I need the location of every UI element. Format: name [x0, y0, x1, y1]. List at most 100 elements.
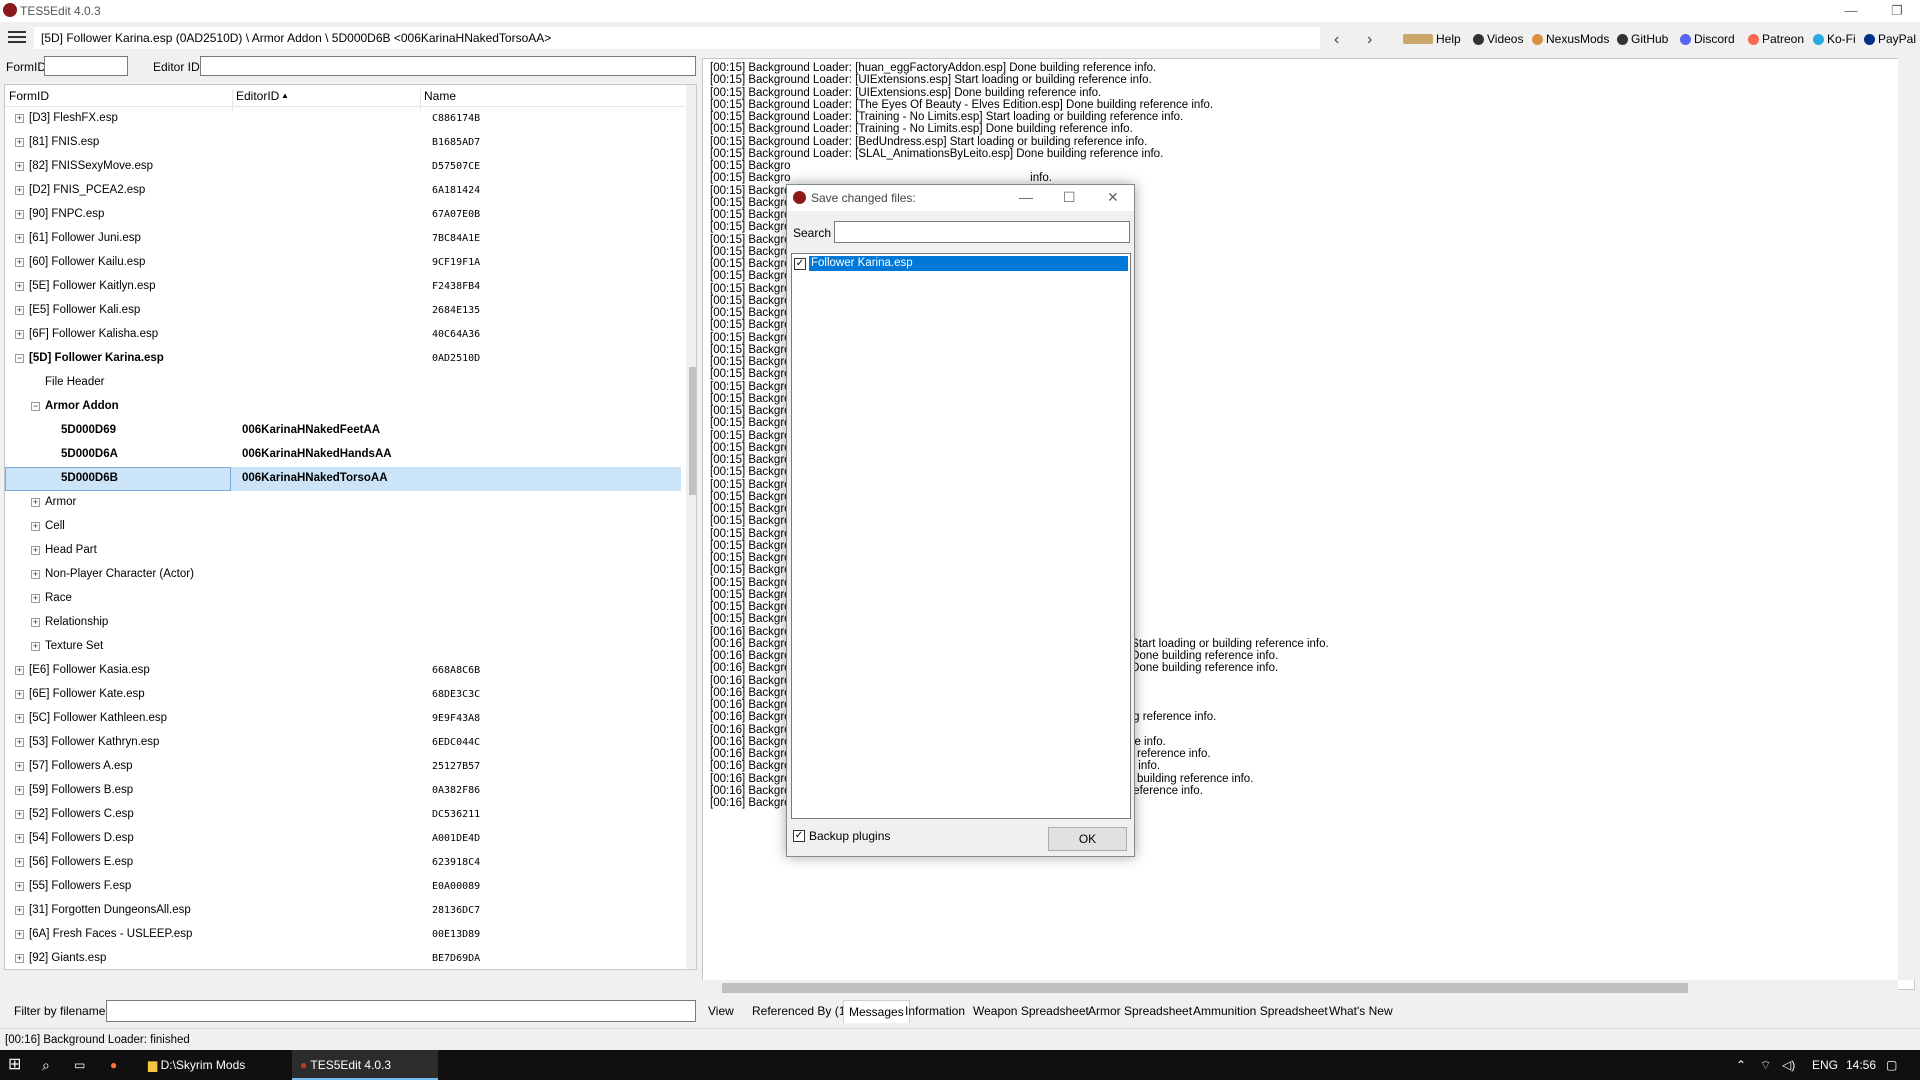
start-windows-icon[interactable]: ⊞: [8, 1050, 38, 1080]
tree-row[interactable]: + [57] Followers A.esp 25127B57: [5, 755, 681, 779]
search-input[interactable]: [834, 221, 1130, 243]
tree-row[interactable]: + [53] Follower Kathryn.esp 6EDC044C: [5, 731, 681, 755]
network-icon[interactable]: ⌔: [1760, 1050, 1771, 1080]
tree-row[interactable]: + [D3] FleshFX.esp C886174B: [5, 107, 681, 131]
back-arrow-icon[interactable]: ‹: [1334, 31, 1339, 49]
expand-icon[interactable]: +: [15, 954, 24, 963]
editorid-input[interactable]: [200, 56, 696, 76]
tree-row[interactable]: + [54] Followers D.esp A001DE4D: [5, 827, 681, 851]
chevron-up-icon[interactable]: ⌃: [1736, 1050, 1746, 1080]
expand-icon[interactable]: +: [15, 714, 24, 723]
tree-scroll-thumb[interactable]: [689, 367, 696, 495]
help-link[interactable]: Help: [1403, 32, 1461, 46]
tree-row[interactable]: + [60] Follower Kailu.esp 9CF19F1A: [5, 251, 681, 275]
tree-row[interactable]: + Cell: [5, 515, 681, 539]
tree-row[interactable]: + [6E] Follower Kate.esp 68DE3C3C: [5, 683, 681, 707]
hamburger-menu-icon[interactable]: [8, 31, 26, 45]
expand-icon[interactable]: +: [31, 522, 40, 531]
expand-icon[interactable]: +: [31, 498, 40, 507]
tree-row[interactable]: + [82] FNISSexyMove.esp D57507CE: [5, 155, 681, 179]
tree-row[interactable]: + Relationship: [5, 611, 681, 635]
tree-row[interactable]: + [56] Followers E.esp 623918C4: [5, 851, 681, 875]
tree-row[interactable]: + [90] FNPC.esp 67A07E0B: [5, 203, 681, 227]
close-icon[interactable]: ✕: [1107, 189, 1119, 206]
forward-arrow-icon[interactable]: ›: [1367, 31, 1372, 49]
tree-row[interactable]: + [55] Followers F.esp E0A00089: [5, 875, 681, 899]
expand-icon[interactable]: +: [15, 882, 24, 891]
discord-link[interactable]: Discord: [1680, 32, 1735, 46]
clock[interactable]: 14:56: [1846, 1050, 1876, 1080]
column-name[interactable]: Name: [424, 89, 456, 103]
expand-icon[interactable]: +: [15, 186, 24, 195]
tree-row[interactable]: + [52] Followers C.esp DC536211: [5, 803, 681, 827]
log-vertical-scrollbar[interactable]: [1898, 58, 1915, 980]
tree-row[interactable]: 5D000D6B 006KarinaHNakedTorsoAA: [5, 467, 681, 491]
expand-icon[interactable]: +: [31, 594, 40, 603]
tree-row[interactable]: + Armor: [5, 491, 681, 515]
filter-by-filename-input[interactable]: [106, 1000, 696, 1022]
log-horizontal-thumb[interactable]: [722, 983, 1688, 993]
tab-messages[interactable]: Messages: [843, 1000, 910, 1023]
tree-row[interactable]: − [5D] Follower Karina.esp 0AD2510D: [5, 347, 681, 371]
expand-icon[interactable]: +: [15, 930, 24, 939]
expand-icon[interactable]: +: [15, 834, 24, 843]
search-icon[interactable]: ⌕: [42, 1050, 72, 1080]
expand-icon[interactable]: +: [15, 330, 24, 339]
expand-icon[interactable]: +: [15, 306, 24, 315]
backup-plugins-checkbox[interactable]: ✓ Backup plugins: [793, 829, 890, 843]
tree-row[interactable]: + [61] Follower Juni.esp 7BC84A1E: [5, 227, 681, 251]
tree-row[interactable]: + [59] Followers B.esp 0A382F86: [5, 779, 681, 803]
expand-icon[interactable]: +: [31, 546, 40, 555]
task-view-icon[interactable]: ▭: [74, 1050, 104, 1080]
expand-icon[interactable]: +: [15, 162, 24, 171]
expand-icon[interactable]: +: [15, 258, 24, 267]
expand-icon[interactable]: +: [31, 642, 40, 651]
taskbar-explorer[interactable]: ▆ D:\Skyrim Mods: [140, 1050, 290, 1080]
tab-whats-new[interactable]: What's New: [1329, 1004, 1393, 1018]
column-editorid[interactable]: EditorID: [236, 89, 279, 103]
checkbox-checked-icon[interactable]: ✓: [794, 257, 806, 270]
expand-icon[interactable]: +: [15, 906, 24, 915]
github-link[interactable]: GitHub: [1617, 32, 1668, 46]
expand-icon[interactable]: +: [15, 762, 24, 771]
volume-icon[interactable]: ◁): [1782, 1050, 1795, 1080]
tab-information[interactable]: Information: [905, 1004, 965, 1018]
collapse-icon[interactable]: −: [31, 402, 40, 411]
expand-icon[interactable]: +: [31, 618, 40, 627]
tab-referenced-by[interactable]: Referenced By (1): [752, 1004, 849, 1018]
expand-icon[interactable]: +: [15, 282, 24, 291]
paypal-link[interactable]: PayPal: [1864, 32, 1916, 46]
tree-row[interactable]: File Header: [5, 371, 681, 395]
tab-weapon-spreadsheet[interactable]: Weapon Spreadsheet: [973, 1004, 1089, 1018]
patreon-link[interactable]: Patreon: [1748, 32, 1804, 46]
expand-icon[interactable]: +: [15, 858, 24, 867]
expand-icon[interactable]: +: [15, 234, 24, 243]
tree-row[interactable]: + Non-Player Character (Actor): [5, 563, 681, 587]
checkbox-checked-icon[interactable]: ✓: [793, 830, 805, 842]
tree-row[interactable]: + Texture Set: [5, 635, 681, 659]
videos-link[interactable]: Videos: [1473, 32, 1523, 46]
expand-icon[interactable]: +: [15, 810, 24, 819]
tree-row[interactable]: + [31] Forgotten DungeonsAll.esp 28136DC7: [5, 899, 681, 923]
record-path-field[interactable]: [5D] Follower Karina.esp (0AD2510D) \ Ar…: [34, 27, 1320, 49]
tab-armor-spreadsheet[interactable]: Armor Spreadsheet: [1088, 1004, 1192, 1018]
maximize-icon[interactable]: ☐: [1063, 189, 1076, 206]
tree-vertical-scrollbar[interactable]: [686, 85, 696, 969]
ok-button[interactable]: OK: [1048, 827, 1127, 851]
tree-row[interactable]: + [92] Giants.esp BE7D69DA: [5, 947, 681, 969]
kofi-link[interactable]: Ko-Fi: [1813, 32, 1856, 46]
restore-button[interactable]: ❐: [1874, 0, 1920, 22]
tree-row[interactable]: + [5E] Follower Kaitlyn.esp F2438FB4: [5, 275, 681, 299]
expand-icon[interactable]: +: [15, 786, 24, 795]
tree-row[interactable]: + [6F] Follower Kalisha.esp 40C64A36: [5, 323, 681, 347]
tab-ammunition-spreadsheet[interactable]: Ammunition Spreadsheet: [1193, 1004, 1328, 1018]
expand-icon[interactable]: +: [15, 738, 24, 747]
tree-row[interactable]: + Race: [5, 587, 681, 611]
expand-icon[interactable]: +: [15, 690, 24, 699]
firefox-icon[interactable]: ●: [110, 1050, 140, 1080]
taskbar-tes5edit[interactable]: ● TES5Edit 4.0.3: [292, 1050, 438, 1080]
tree-row[interactable]: − Armor Addon: [5, 395, 681, 419]
tree-row[interactable]: + [E5] Follower Kali.esp 2684E135: [5, 299, 681, 323]
tree-row[interactable]: + Head Part: [5, 539, 681, 563]
column-formid[interactable]: FormID: [9, 89, 49, 103]
